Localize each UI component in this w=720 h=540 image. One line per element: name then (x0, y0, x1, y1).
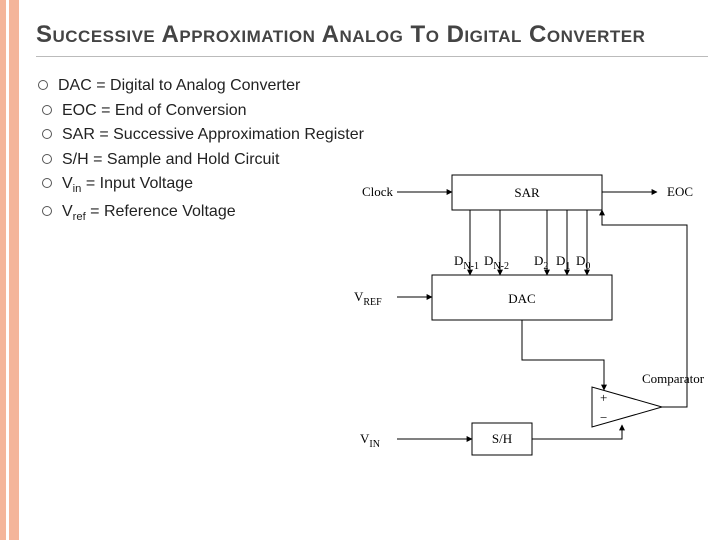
plus-label: + (600, 390, 607, 405)
sh-label: S/H (492, 431, 512, 446)
dac-label: DAC (508, 291, 535, 306)
svg-text:D2: D2 (534, 253, 548, 272)
svg-text:DN-2: DN-2 (484, 253, 509, 272)
block-diagram: SAR Clock EOC DN-1 DN-2 D2 D1 D0 DAC VRE… (342, 165, 712, 495)
clock-label: Clock (362, 184, 394, 199)
list-item: SAR = Successive Approximation Register (36, 124, 708, 146)
vin-label: VIN (360, 431, 380, 450)
vref-label: VREF (354, 289, 382, 308)
svg-text:DN-1: DN-1 (454, 253, 479, 272)
eoc-label: EOC (667, 184, 693, 199)
title-rule (36, 56, 708, 57)
svg-text:D1: D1 (556, 253, 570, 272)
comparator-label: Comparator (642, 371, 705, 386)
slide-title: Successive Approximation Analog To Digit… (36, 20, 708, 50)
minus-label: − (600, 410, 607, 425)
left-accent-stripes (0, 0, 22, 540)
sar-label: SAR (514, 185, 540, 200)
list-item: DAC = Digital to Analog Converter (36, 75, 708, 97)
list-item: EOC = End of Conversion (36, 100, 708, 122)
svg-text:D0: D0 (576, 253, 590, 272)
